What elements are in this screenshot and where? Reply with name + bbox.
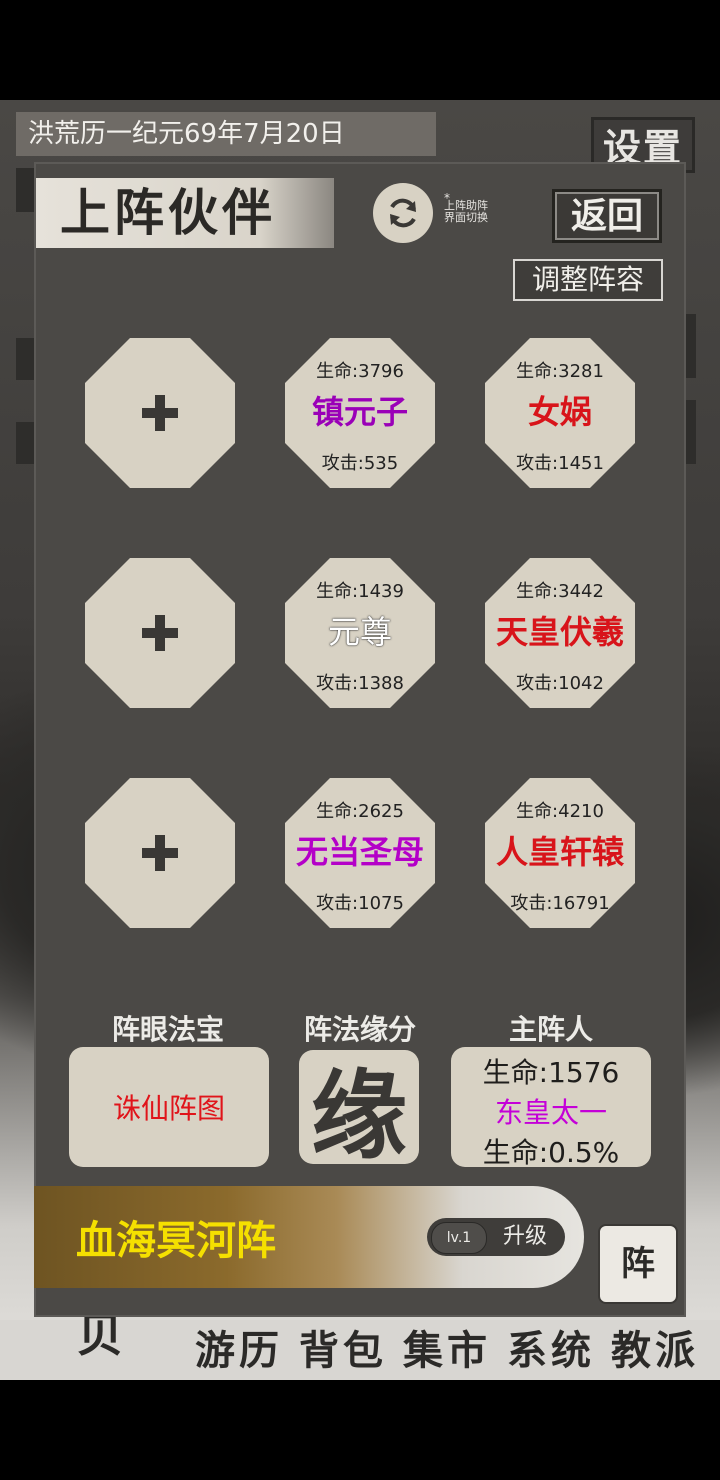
companion-hp: 生命:1439 [316,581,404,602]
companion-hp: 生命:3796 [316,361,404,382]
fate-glyph: 缘 [311,1058,407,1172]
companion-hp: 生命:2625 [316,801,404,822]
main-bonus: 生命:0.5% [482,1136,620,1169]
treasure-box[interactable]: 诛仙阵图 [69,1047,269,1167]
companion-name: 元尊 [327,613,392,651]
upgrade-button[interactable]: lv.1 升级 [427,1218,565,1256]
companion-name: 女娲 [527,393,592,431]
companion-name: 镇元子 [311,393,408,431]
main-caster-box[interactable]: 生命:1576 东皇太一 生命:0.5% [451,1047,651,1169]
companion-slot[interactable]: 生命:3442 天皇伏羲 攻击:1042 [485,558,635,708]
companion-slot[interactable]: 生命:2625 无当圣母 攻击:1075 [285,778,435,928]
back-button[interactable]: 返回 [552,189,662,243]
note-line: 界面切换 [444,211,488,224]
switch-view-button[interactable] [373,183,433,243]
empty-slot[interactable] [85,778,235,928]
companion-hp: 生命:4210 [516,801,604,822]
adjust-lineup-button[interactable]: 调整阵容 [513,259,663,301]
upgrade-label: 升级 [503,1224,548,1249]
companion-slot[interactable]: 生命:1439 元尊 攻击:1388 [285,558,435,708]
formation-side-button[interactable]: 阵 [598,1224,678,1304]
companion-hp: 生命:3442 [516,581,604,602]
empty-slot[interactable] [85,338,235,488]
plus-icon [142,835,178,871]
switch-view-note: * 上阵助阵 界面切换 [444,192,524,224]
plus-icon [142,615,178,651]
treasure-name: 诛仙阵图 [112,1092,225,1125]
companion-name: 人皇轩辕 [495,833,624,871]
refresh-icon [390,198,416,228]
bottom-nav-items: 游 历 背 包 集 市 系 统 教 派 [178,1318,712,1376]
background-stat-row [16,422,36,464]
dialog-title: 上阵伙伴 [36,178,334,248]
fate-box[interactable]: 缘 [299,1050,419,1172]
treasure-label: 阵眼法宝 [111,1013,224,1046]
background-stat-row [16,168,36,212]
companion-name: 无当圣母 [295,833,424,871]
plus-icon [142,395,178,431]
note-asterisk: * [444,191,450,205]
companion-name: 天皇伏羲 [495,613,624,651]
main-name: 东皇太一 [494,1096,607,1129]
main-hp: 生命:1576 [482,1056,620,1089]
calendar-date: 洪荒历一纪元69年7月20日 [16,112,436,156]
background-stat-row [16,338,36,380]
companion-hp: 生命:3281 [516,361,604,382]
level-badge: lv.1 [431,1222,487,1254]
companion-slot[interactable]: 生命:3281 女娲 攻击:1451 [485,338,635,488]
nav-char[interactable]: 派 [638,1318,712,1376]
companion-slot[interactable]: 生命:3796 镇元子 攻击:535 [285,338,435,488]
companion-slot[interactable]: 生命:4210 人皇轩辕 攻击:16791 [485,778,635,928]
formation-name: 血海冥河阵 [76,1218,276,1264]
main-label: 主阵人 [508,1013,593,1046]
empty-slot[interactable] [85,558,235,708]
